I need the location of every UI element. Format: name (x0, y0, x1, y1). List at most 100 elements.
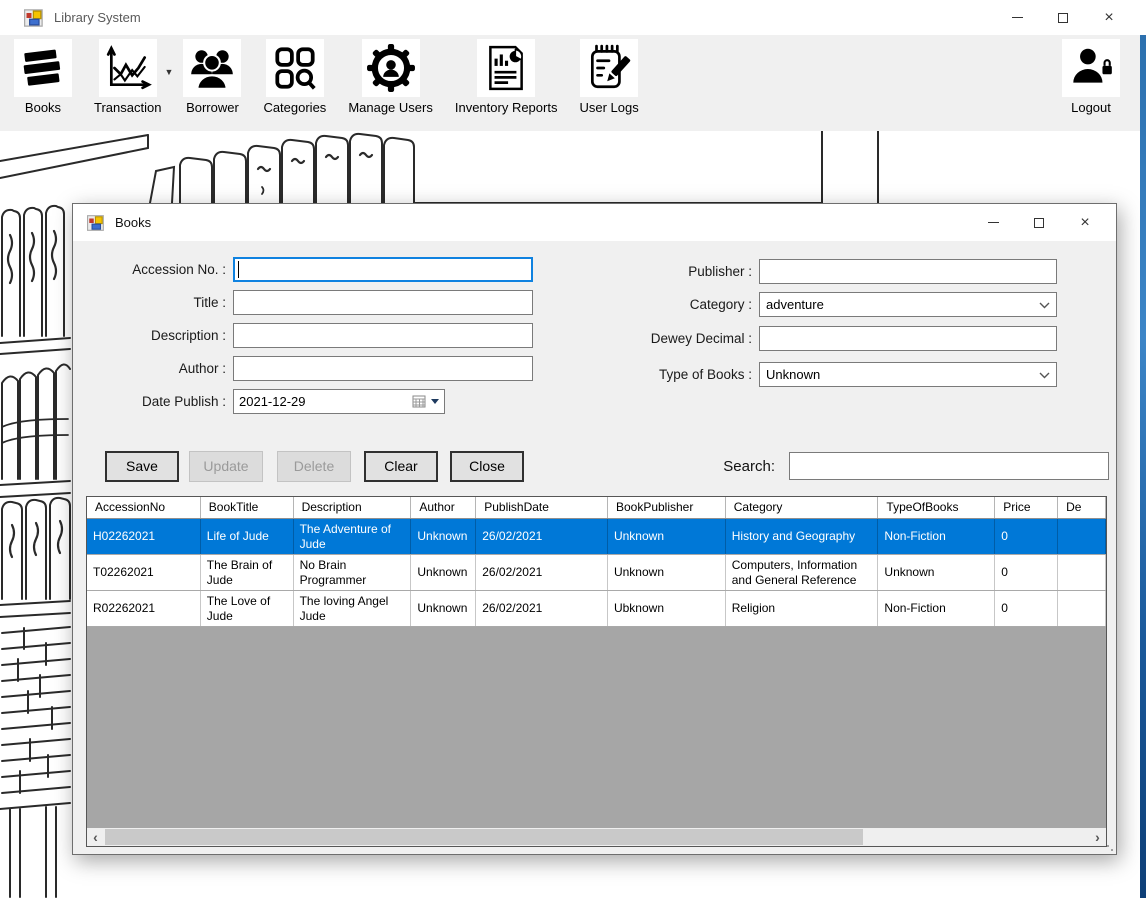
description-input[interactable] (233, 323, 533, 348)
scroll-left-icon[interactable]: ‹ (87, 828, 104, 846)
user-logs-icon (580, 39, 638, 97)
toolbar-button-logout[interactable]: Logout (1062, 39, 1120, 115)
delete-button: Delete (277, 451, 351, 482)
toolbar-button-categories[interactable]: Categories (263, 39, 326, 115)
selected-value: Unknown (766, 367, 1039, 382)
column-header-price[interactable]: Price (995, 497, 1058, 518)
toolbar-button-inventory-reports[interactable]: Inventory Reports (455, 39, 558, 115)
toolbar-button-books[interactable]: Books (14, 39, 72, 115)
accession-no-label: Accession No. : (101, 262, 233, 277)
cell-publishdate: 26/02/2021 (476, 591, 608, 626)
maximize-icon[interactable] (1040, 0, 1086, 35)
date-dropdown-icon[interactable] (431, 399, 439, 404)
date-publish-picker[interactable]: 2021-12-29 (233, 389, 445, 414)
books-minimize-icon[interactable] (970, 205, 1016, 240)
description-label: Description : (101, 328, 233, 343)
cell-description: The loving Angel Jude (294, 591, 412, 626)
cell-publishdate: 26/02/2021 (476, 555, 608, 590)
table-row[interactable]: H02262021Life of JudeThe Adventure of Ju… (87, 519, 1106, 555)
column-header-publishdate[interactable]: PublishDate (476, 497, 608, 518)
logout-icon (1062, 39, 1120, 97)
type-of-books-select[interactable]: Unknown (759, 362, 1057, 387)
publisher-input[interactable] (759, 259, 1057, 284)
date-publish-label: Date Publish : (101, 394, 233, 409)
column-header-booktitle[interactable]: BookTitle (201, 497, 294, 518)
column-header-category[interactable]: Category (726, 497, 879, 518)
close-button[interactable]: Close (450, 451, 524, 482)
author-row: Author : (101, 355, 541, 382)
update-button: Update (189, 451, 263, 482)
cell-booktitle: The Love of Jude (201, 591, 294, 626)
cell-bookpublisher: Unknown (608, 519, 726, 554)
column-header-typeofbooks[interactable]: TypeOfBooks (878, 497, 995, 518)
column-header-de[interactable]: De (1058, 497, 1106, 518)
title-input[interactable] (233, 290, 533, 315)
cell-de (1058, 591, 1106, 626)
category-select[interactable]: adventure (759, 292, 1057, 317)
toolbar-label: Logout (1071, 100, 1111, 115)
minimize-icon[interactable] (994, 0, 1040, 35)
close-icon[interactable]: × (1086, 0, 1132, 35)
clear-button[interactable]: Clear (364, 451, 438, 482)
author-label: Author : (101, 361, 233, 376)
cell-description: The Adventure of Jude (294, 519, 412, 554)
cell-publishdate: 26/02/2021 (476, 519, 608, 554)
books-icon (14, 39, 72, 97)
books-close-icon[interactable]: × (1062, 205, 1108, 240)
text-cursor (238, 261, 239, 278)
main-toolbar: Books Transaction▼ Borrower Categories Manag… (0, 35, 1146, 131)
toolbar-button-manage-users[interactable]: Manage Users (348, 39, 433, 115)
toolbar-button-user-logs[interactable]: User Logs (579, 39, 638, 115)
inventory-reports-icon (477, 39, 535, 97)
toolbar-label: User Logs (579, 100, 638, 115)
books-titlebar: Books × (73, 204, 1116, 241)
description-row: Description : (101, 322, 541, 349)
cell-category: Computers, Information and General Refer… (726, 555, 879, 590)
category-label: Category : (591, 297, 759, 312)
cell-de (1058, 519, 1106, 554)
cell-category: Religion (726, 591, 879, 626)
main-window-title: Library System (54, 10, 141, 25)
toolbar-label: Borrower (186, 100, 239, 115)
title-label: Title : (101, 295, 233, 310)
dewey-decimal-input[interactable] (759, 326, 1057, 351)
chevron-down-icon[interactable] (1039, 367, 1050, 382)
chevron-down-icon[interactable] (1039, 297, 1050, 312)
cell-accessionno: T02262021 (87, 555, 201, 590)
scroll-right-icon[interactable]: › (1089, 828, 1106, 846)
save-button[interactable]: Save (105, 451, 179, 482)
cell-description: No Brain Programmer (294, 555, 412, 590)
books-data-grid: AccessionNoBookTitleDescriptionAuthorPub… (86, 496, 1107, 847)
books-window-icon (87, 214, 105, 232)
scrollbar-track[interactable] (104, 828, 1089, 846)
toolbar-label: Categories (263, 100, 326, 115)
resize-grip[interactable] (1106, 844, 1114, 852)
chevron-down-icon[interactable]: ▼ (165, 67, 174, 77)
table-row[interactable]: R02262021The Love of JudeThe loving Ange… (87, 591, 1106, 627)
date-publish-row: Date Publish : 2021-12-29 (101, 388, 541, 415)
column-header-accessionno[interactable]: AccessionNo (87, 497, 201, 518)
books-maximize-icon[interactable] (1016, 205, 1062, 240)
type-of-books-row: Type of Books :Unknown (591, 361, 1061, 388)
cell-accessionno: H02262021 (87, 519, 201, 554)
search-input[interactable] (789, 452, 1109, 480)
publisher-label: Publisher : (591, 264, 759, 279)
calendar-icon (412, 394, 427, 409)
column-header-author[interactable]: Author (411, 497, 476, 518)
column-header-description[interactable]: Description (294, 497, 412, 518)
dewey-decimal-row: Dewey Decimal : (591, 325, 1061, 352)
cell-bookpublisher: Unknown (608, 555, 726, 590)
search-row: Search: (573, 452, 1109, 480)
toolbar-button-transaction[interactable]: Transaction▼ (94, 39, 161, 115)
scrollbar-thumb[interactable] (105, 829, 863, 845)
date-publish-value: 2021-12-29 (239, 394, 412, 409)
cell-bookpublisher: Ubknown (608, 591, 726, 626)
accession-no-input[interactable] (233, 257, 533, 282)
column-header-bookpublisher[interactable]: BookPublisher (608, 497, 726, 518)
author-input[interactable] (233, 356, 533, 381)
table-row[interactable]: T02262021The Brain of JudeNo Brain Progr… (87, 555, 1106, 591)
toolbar-button-borrower[interactable]: Borrower (183, 39, 241, 115)
window-accent-edge (1140, 35, 1146, 898)
app-icon (24, 8, 44, 28)
search-label: Search: (573, 458, 775, 475)
